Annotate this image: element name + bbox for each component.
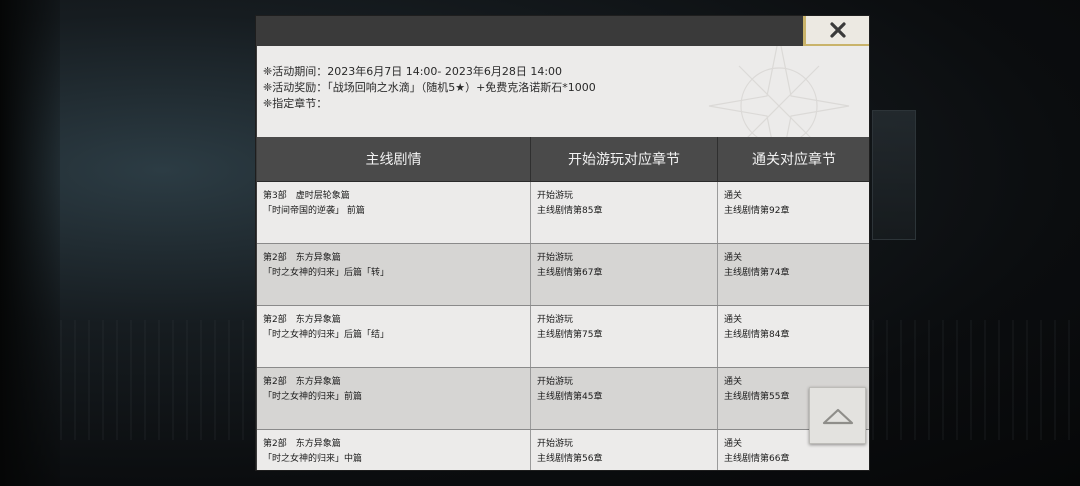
- header-main-story: 主线剧情: [257, 137, 531, 181]
- chevron-up-icon: [822, 408, 853, 424]
- start-label: 开始游玩: [537, 191, 574, 201]
- clear-label: 通关: [724, 253, 743, 263]
- start-cell: 开始游玩 主线剧情第45章: [531, 368, 718, 429]
- start-cell: 开始游玩 主线剧情第75章: [531, 306, 718, 367]
- scroll-to-top-button[interactable]: [809, 387, 866, 444]
- close-button[interactable]: [803, 16, 869, 46]
- start-cell: 开始游玩 主线剧情第85章: [531, 182, 718, 243]
- background-shade: [0, 0, 60, 486]
- story-cell: 第2部 东方异象篇 「时之女神的归来」中篇: [257, 430, 531, 470]
- table-row: 第2部 东方异象篇 「时之女神的归来」前篇 开始游玩 主线剧情第45章 通关 主…: [257, 368, 869, 430]
- story-title: 「时之女神的归来」中篇: [263, 454, 363, 464]
- story-part: 第2部 东方异象篇: [263, 377, 341, 387]
- story-cell: 第2部 东方异象篇 「时之女神的归来」后篇「转」: [257, 244, 531, 305]
- table-header: 主线剧情 开始游玩对应章节 通关对应章节: [257, 137, 869, 182]
- table-row: 第3部 虚时层轮象篇 「时间帝国的逆袭」 前篇 开始游玩 主线剧情第85章 通关…: [257, 182, 869, 244]
- story-cell: 第3部 虚时层轮象篇 「时间帝国的逆袭」 前篇: [257, 182, 531, 243]
- event-period-text: ❈活动期间：2023年6月7日 14:00- 2023年6月28日 14:00: [263, 65, 563, 78]
- start-chapter: 主线剧情第67章: [537, 268, 603, 278]
- event-info-dialog: ❈活动期间：2023年6月7日 14:00- 2023年6月28日 14:00 …: [255, 15, 870, 471]
- story-part: 第3部 虚时层轮象篇: [263, 191, 350, 201]
- clear-label: 通关: [724, 191, 743, 201]
- chapter-table: 主线剧情 开始游玩对应章节 通关对应章节 第3部 虚时层轮象篇 「时间帝国的逆袭…: [257, 137, 869, 470]
- clear-chapter: 主线剧情第84章: [724, 330, 790, 340]
- clear-cell: 通关 主线剧情第92章: [718, 182, 869, 243]
- story-part: 第2部 东方异象篇: [263, 253, 341, 263]
- start-label: 开始游玩: [537, 377, 574, 387]
- story-cell: 第2部 东方异象篇 「时之女神的归来」前篇: [257, 368, 531, 429]
- start-label: 开始游玩: [537, 439, 574, 449]
- clear-chapter: 主线剧情第66章: [724, 454, 790, 464]
- story-cell: 第2部 东方异象篇 「时之女神的归来」后篇「结」: [257, 306, 531, 367]
- start-cell: 开始游玩 主线剧情第67章: [531, 244, 718, 305]
- clear-chapter: 主线剧情第74章: [724, 268, 790, 278]
- story-title: 「时之女神的归来」后篇「转」: [263, 268, 390, 278]
- start-chapter: 主线剧情第75章: [537, 330, 603, 340]
- clear-cell: 通关 主线剧情第84章: [718, 306, 869, 367]
- start-chapter: 主线剧情第45章: [537, 392, 603, 402]
- story-part: 第2部 东方异象篇: [263, 315, 341, 325]
- start-label: 开始游玩: [537, 253, 574, 263]
- table-row: 第2部 东方异象篇 「时之女神的归来」后篇「结」 开始游玩 主线剧情第75章 通…: [257, 306, 869, 368]
- clear-label: 通关: [724, 315, 743, 325]
- story-title: 「时之女神的归来」前篇: [263, 392, 363, 402]
- table-row: 第2部 东方异象篇 「时之女神的归来」后篇「转」 开始游玩 主线剧情第67章 通…: [257, 244, 869, 306]
- clear-cell: 通关 主线剧情第74章: [718, 244, 869, 305]
- start-chapter: 主线剧情第56章: [537, 454, 603, 464]
- table-row: 第2部 东方异象篇 「时之女神的归来」中篇 开始游玩 主线剧情第56章 通关 主…: [257, 430, 869, 470]
- story-part: 第2部 东方异象篇: [263, 439, 341, 449]
- start-chapter: 主线剧情第85章: [537, 206, 603, 216]
- start-cell: 开始游玩 主线剧情第56章: [531, 430, 718, 470]
- header-clear-chapter: 通关对应章节: [752, 152, 836, 168]
- event-reward-text: ❈活动奖励：「战场回响之水滴」（随机5★）+免费克洛诺斯石*1000: [263, 81, 596, 94]
- background-pillar: [872, 110, 916, 240]
- start-label: 开始游玩: [537, 315, 574, 325]
- header-start-chapter: 开始游玩对应章节: [531, 137, 718, 181]
- story-title: 「时之女神的归来」后篇「结」: [263, 330, 390, 340]
- event-chapter-label: ❈指定章节：: [263, 97, 328, 110]
- dialog-titlebar: [256, 16, 869, 46]
- close-icon: [829, 22, 846, 38]
- story-title: 「时间帝国的逆袭」 前篇: [263, 206, 365, 216]
- clear-chapter: 主线剧情第92章: [724, 206, 790, 216]
